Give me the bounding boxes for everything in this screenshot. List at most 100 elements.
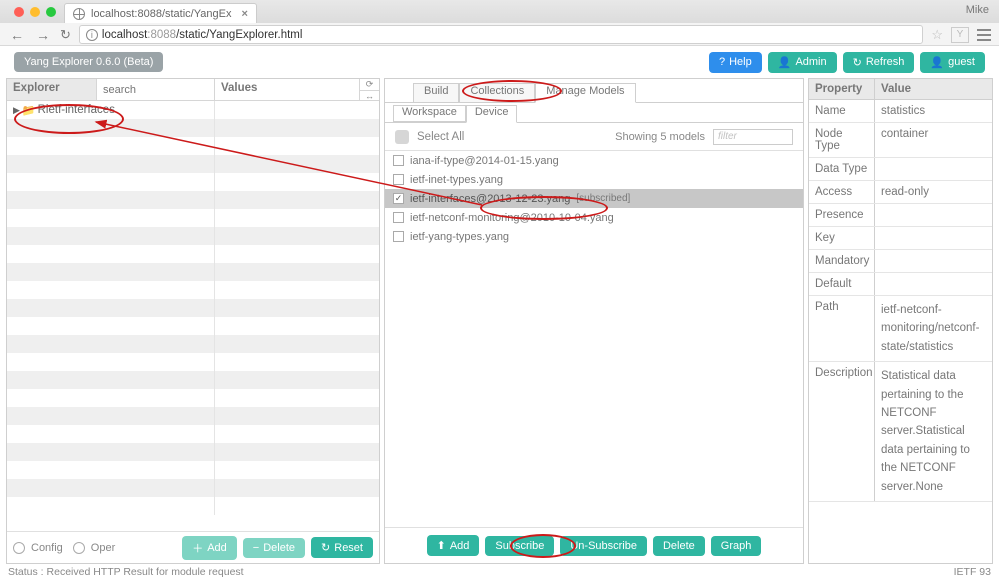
tree-controls[interactable]: ⟳↔ xyxy=(359,79,379,100)
config-radio[interactable] xyxy=(13,542,25,554)
address-bar: ← → ↻ i localhost:8088/static/YangExplor… xyxy=(0,23,999,46)
tab-collections[interactable]: Collections xyxy=(459,83,535,103)
unsubscribe-button[interactable]: Un-Subscribe xyxy=(560,536,647,556)
values-title: Values xyxy=(215,79,359,100)
browser-profile[interactable]: Mike xyxy=(966,4,989,16)
property-row: Pathietf-netconf-monitoring/netconf-stat… xyxy=(809,296,992,362)
app-toolbar: Yang Explorer 0.6.0 (Beta) ?Help 👤Admin … xyxy=(0,46,999,78)
subtab-workspace[interactable]: Workspace xyxy=(393,105,466,122)
forward-button[interactable]: → xyxy=(34,27,52,43)
guest-button[interactable]: 👤guest xyxy=(920,52,985,73)
tab-build[interactable]: Build xyxy=(413,83,459,103)
user-icon: 👤 xyxy=(930,56,944,69)
reset-button[interactable]: ↻Reset xyxy=(311,537,373,558)
admin-label: Admin xyxy=(795,56,826,68)
checkbox[interactable] xyxy=(393,155,404,166)
extension-button[interactable]: Y xyxy=(951,27,969,43)
search-input[interactable] xyxy=(97,79,214,100)
collapse-icon[interactable]: ↔ xyxy=(360,91,379,101)
property-key: Access xyxy=(809,181,875,203)
property-value: read-only xyxy=(875,181,992,203)
subtab-device[interactable]: Device xyxy=(466,105,518,123)
oper-radio[interactable] xyxy=(73,542,85,554)
delete-model-button[interactable]: Delete xyxy=(653,536,705,556)
upload-icon: ⬆ xyxy=(437,539,446,552)
model-row[interactable]: ✓ ietf-interfaces@2013-12-23.yang [subscri… xyxy=(385,189,803,208)
close-window-icon[interactable] xyxy=(14,7,24,17)
expand-icon[interactable]: ⟳ xyxy=(360,79,379,91)
property-value xyxy=(875,273,992,295)
property-rows: NamestatisticsNode TypecontainerData Typ… xyxy=(809,100,992,502)
config-label: Config xyxy=(31,542,63,554)
url-input[interactable]: i localhost:8088/static/YangExplorer.htm… xyxy=(79,25,923,44)
model-row[interactable]: iana-if-type@2014-01-15.yang xyxy=(385,151,803,170)
plus-icon: ＋ xyxy=(192,540,203,556)
tree-row[interactable]: ▶ 📁 Rietf-interfaces xyxy=(7,101,379,119)
add-button[interactable]: ＋Add xyxy=(182,536,237,560)
refresh-label: Refresh xyxy=(866,56,905,68)
property-value xyxy=(875,158,992,180)
checkbox[interactable] xyxy=(393,231,404,242)
property-row: Default xyxy=(809,273,992,296)
property-value: statistics xyxy=(875,100,992,122)
model-name: ietf-netconf-monitoring@2010-10-04.yang xyxy=(410,212,614,224)
filter-input[interactable]: filter xyxy=(713,129,793,145)
bookmark-icon[interactable]: ☆ xyxy=(931,27,943,43)
explorer-footer: Config Oper ＋Add −Delete ↻Reset xyxy=(7,531,379,563)
help-label: Help xyxy=(729,56,752,68)
explorer-search[interactable] xyxy=(97,79,215,100)
add-model-button[interactable]: ⬆Add xyxy=(427,535,480,556)
property-key: Default xyxy=(809,273,875,295)
checkbox[interactable] xyxy=(393,212,404,223)
chevron-right-icon[interactable]: ▶ xyxy=(13,105,20,116)
explorer-title: Explorer xyxy=(7,79,97,100)
model-list[interactable]: iana-if-type@2014-01-15.yang ietf-inet-ty… xyxy=(385,151,803,527)
property-row: Key xyxy=(809,227,992,250)
reload-button[interactable]: ↻ xyxy=(60,27,71,43)
select-all-checkbox[interactable] xyxy=(395,130,409,144)
explorer-panel: Explorer Values ⟳↔ ▶ 📁 Rietf-interfaces xyxy=(6,78,380,564)
property-key: Node Type xyxy=(809,123,875,157)
info-icon[interactable]: i xyxy=(86,29,98,41)
window-controls[interactable] xyxy=(6,7,64,17)
sub-tabs: Workspace Device xyxy=(385,103,803,123)
property-row: Presence xyxy=(809,204,992,227)
globe-icon xyxy=(73,8,85,20)
property-row: Node Typecontainer xyxy=(809,123,992,158)
center-panel: Build Collections Manage Models Workspac… xyxy=(384,78,804,564)
model-name: iana-if-type@2014-01-15.yang xyxy=(410,155,559,167)
back-button[interactable]: ← xyxy=(8,27,26,43)
model-row[interactable]: ietf-inet-types.yang xyxy=(385,170,803,189)
browser-tab[interactable]: localhost:8088/static/YangEx × xyxy=(64,3,257,23)
admin-button[interactable]: 👤Admin xyxy=(768,52,837,73)
tab-manage-models[interactable]: Manage Models xyxy=(535,83,635,103)
graph-button[interactable]: Graph xyxy=(711,536,762,556)
property-value: Statistical data pertaining to the NETCO… xyxy=(875,362,992,501)
model-row[interactable]: ietf-netconf-monitoring@2010-10-04.yang xyxy=(385,208,803,227)
maximize-window-icon[interactable] xyxy=(46,7,56,17)
property-panel: Property Value NamestatisticsNode Typeco… xyxy=(808,78,993,564)
model-row[interactable]: ietf-yang-types.yang xyxy=(385,227,803,246)
delete-button[interactable]: −Delete xyxy=(243,538,305,558)
property-value: container xyxy=(875,123,992,157)
checkbox[interactable]: ✓ xyxy=(393,193,404,204)
subscribe-button[interactable]: Subscribe xyxy=(485,536,554,556)
property-row: DescriptionStatistical data pertaining t… xyxy=(809,362,992,502)
subscribed-tag: [subscribed] xyxy=(576,193,630,204)
url-port: :8088 xyxy=(147,29,176,41)
tree-view[interactable]: ▶ 📁 Rietf-interfaces xyxy=(7,101,379,531)
help-icon: ? xyxy=(719,56,725,68)
minimize-window-icon[interactable] xyxy=(30,7,40,17)
refresh-button[interactable]: ↻Refresh xyxy=(843,52,915,73)
help-button[interactable]: ? Help xyxy=(709,52,762,73)
property-key: Description xyxy=(809,362,875,501)
url-path: /static/YangExplorer.html xyxy=(176,29,302,41)
checkbox[interactable] xyxy=(393,174,404,185)
explorer-header: Explorer Values ⟳↔ xyxy=(7,79,379,101)
select-bar: Select All Showing 5 models filter xyxy=(385,123,803,151)
close-tab-icon[interactable]: × xyxy=(241,8,247,20)
status-bar: Status : Received HTTP Result for module… xyxy=(0,564,999,582)
menu-icon[interactable] xyxy=(977,29,991,41)
property-key: Name xyxy=(809,100,875,122)
model-name: ietf-interfaces@2013-12-23.yang xyxy=(410,193,570,205)
